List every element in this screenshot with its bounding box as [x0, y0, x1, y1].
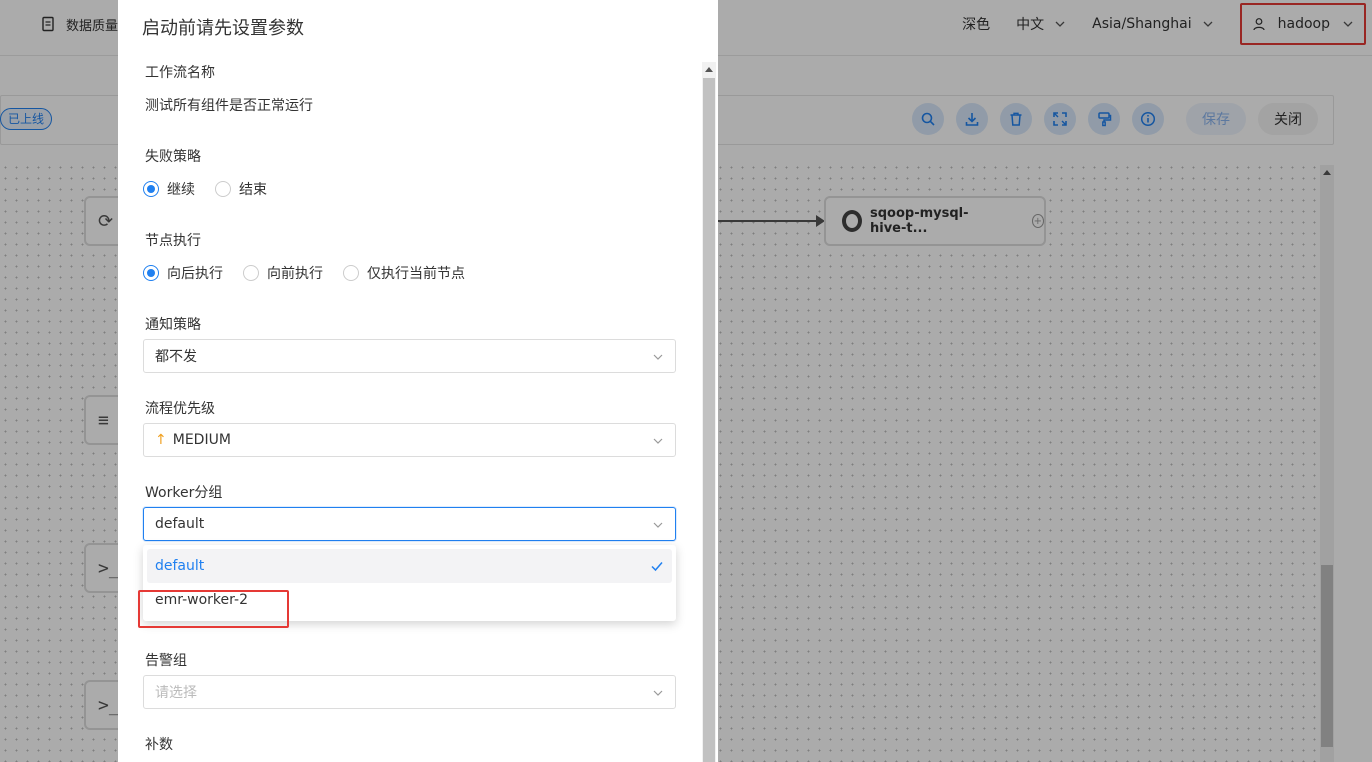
chevron-down-icon — [653, 690, 663, 696]
alarm-group-select[interactable]: 请选择 — [143, 675, 676, 709]
nav-menu-data-quality[interactable]: 数据质量 — [40, 0, 118, 48]
format-button[interactable] — [1088, 103, 1120, 135]
timezone-label: Asia/Shanghai — [1092, 16, 1192, 32]
download-icon — [965, 113, 979, 126]
delete-button[interactable] — [1000, 103, 1032, 135]
chevron-down-icon — [1055, 21, 1065, 27]
format-icon — [1098, 112, 1112, 127]
option-label: default — [155, 558, 205, 574]
download-button[interactable] — [956, 103, 988, 135]
radio-label: 向后执行 — [167, 266, 223, 282]
radio-dot — [215, 181, 231, 197]
priority-label: 流程优先级 — [145, 401, 215, 417]
notify-strategy-select[interactable]: 都不发 — [143, 339, 676, 373]
arrow-up-icon: ↑ — [155, 432, 167, 448]
worker-group-select[interactable]: default — [143, 507, 676, 541]
scroll-up-icon[interactable] — [1323, 170, 1331, 175]
document-icon — [42, 16, 54, 32]
radio-dot — [343, 265, 359, 281]
search-icon — [921, 112, 935, 126]
worker-group-label: Worker分组 — [145, 485, 223, 501]
radio-dot — [143, 265, 159, 281]
failure-strategy-label: 失败策略 — [145, 149, 201, 165]
database-icon: ≡ — [98, 409, 109, 431]
node-exec-label: 节点执行 — [145, 233, 201, 249]
select-value: 都不发 — [155, 349, 197, 365]
failure-strategy-radio-group: 继续 结束 — [143, 179, 287, 199]
dag-node-sqoop[interactable]: sqoop-mysql-hive-t... + — [824, 196, 1046, 246]
radio-continue[interactable]: 继续 — [143, 179, 195, 199]
radio-label: 结束 — [239, 182, 267, 198]
complement-label: 补数 — [145, 737, 173, 753]
chevron-down-icon — [653, 354, 663, 360]
start-params-modal: 启动前请先设置参数 工作流名称 测试所有组件是否正常运行 失败策略 继续 结束 … — [118, 0, 718, 762]
chevron-down-icon — [1203, 21, 1213, 27]
option-default[interactable]: default — [147, 549, 672, 583]
nav-menu-label: 数据质量 — [66, 18, 119, 34]
node-exec-radio-group: 向后执行 向前执行 仅执行当前节点 — [143, 263, 485, 283]
select-value: default — [155, 516, 205, 532]
radio-label: 向前执行 — [267, 266, 323, 282]
language-label: 中文 — [1016, 17, 1045, 33]
check-icon — [651, 562, 663, 572]
scrollbar-thumb[interactable] — [703, 78, 715, 762]
alarm-group-label: 告警组 — [145, 653, 187, 669]
radio-end[interactable]: 结束 — [215, 179, 267, 199]
chevron-down-icon — [653, 522, 663, 528]
radio-dot — [143, 181, 159, 197]
add-node-icon[interactable]: + — [1031, 214, 1044, 228]
terminal-icon: >_ — [98, 694, 120, 716]
chevron-down-icon — [1343, 21, 1353, 27]
fullscreen-icon — [1053, 112, 1067, 126]
radio-dot — [243, 265, 259, 281]
info-icon — [1140, 111, 1156, 127]
user-name: hadoop — [1277, 16, 1330, 32]
user-menu[interactable]: hadoop — [1239, 3, 1366, 45]
search-button[interactable] — [912, 103, 944, 135]
status-badge: 已上线 — [0, 108, 53, 130]
sqoop-node-icon — [842, 210, 862, 232]
refresh-icon: ⟳ — [98, 210, 114, 232]
modal-title: 启动前请先设置参数 — [142, 18, 304, 39]
fullscreen-button[interactable] — [1044, 103, 1076, 135]
dag-node-label: sqoop-mysql-hive-t... — [870, 206, 969, 236]
user-icon — [1253, 18, 1265, 31]
radio-label: 仅执行当前节点 — [367, 266, 465, 282]
radio-forward[interactable]: 向前执行 — [243, 263, 323, 283]
workflow-name-value: 测试所有组件是否正常运行 — [145, 98, 313, 114]
dag-edge — [718, 220, 820, 222]
select-placeholder: 请选择 — [155, 685, 197, 701]
timezone-select[interactable]: Asia/Shanghai — [1092, 16, 1214, 32]
modal-scrollbar[interactable] — [702, 62, 716, 762]
radio-current-only[interactable]: 仅执行当前节点 — [343, 263, 465, 283]
info-button[interactable] — [1132, 103, 1164, 135]
save-button[interactable]: 保存 — [1186, 103, 1246, 135]
scroll-up-icon[interactable] — [705, 67, 713, 72]
delete-icon — [1010, 112, 1022, 126]
select-value: MEDIUM — [172, 432, 231, 448]
canvas-scrollbar[interactable] — [1320, 165, 1334, 762]
priority-select[interactable]: ↑ MEDIUM — [143, 423, 676, 457]
close-button[interactable]: 关闭 — [1258, 103, 1318, 135]
theme-label: 深色 — [962, 17, 991, 33]
notify-strategy-label: 通知策略 — [145, 317, 201, 333]
terminal-icon: >_ — [98, 557, 120, 579]
workflow-tool-buttons: 保存 关闭 — [912, 103, 1318, 135]
workflow-name-label: 工作流名称 — [145, 65, 215, 81]
theme-switch[interactable]: 深色 — [962, 14, 990, 34]
highlight-box — [138, 590, 289, 628]
chevron-down-icon — [653, 438, 663, 444]
language-select[interactable]: 中文 — [1016, 14, 1066, 34]
radio-label: 继续 — [167, 182, 195, 198]
scrollbar-thumb[interactable] — [1321, 565, 1333, 747]
radio-backward[interactable]: 向后执行 — [143, 263, 223, 283]
